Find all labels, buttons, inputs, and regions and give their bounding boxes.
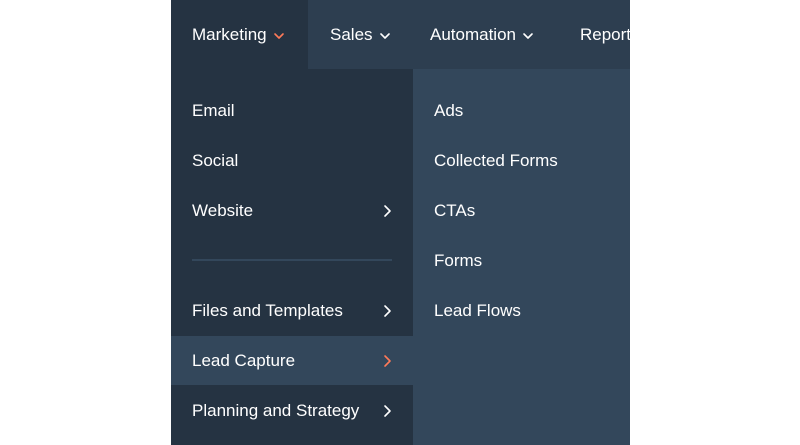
menu-divider <box>192 259 392 261</box>
nav-item-label: Automation <box>430 24 516 44</box>
nav-item-label: Sales <box>330 24 373 44</box>
marketing-dropdown-menu: Email Social Website Files and Templates… <box>171 69 413 445</box>
submenu-item-label: Ads <box>434 100 464 120</box>
submenu-item-lead-flows[interactable]: Lead Flows <box>434 286 521 335</box>
chevron-right-icon <box>381 204 393 218</box>
submenu-item-label: Collected Forms <box>434 150 558 170</box>
chevron-down-icon <box>379 30 391 42</box>
menu-item-label: Social <box>192 150 239 170</box>
chevron-right-icon <box>381 404 393 418</box>
submenu-item-label: Lead Flows <box>434 300 521 320</box>
chevron-down-icon <box>273 30 285 42</box>
menu-item-label: Website <box>192 200 254 220</box>
menu-item-planning-and-strategy[interactable]: Planning and Strategy <box>171 386 413 435</box>
top-navigation-bar: Marketing Sales Automation Report <box>171 0 630 69</box>
nav-item-sales[interactable]: Sales <box>330 0 391 69</box>
submenu-item-label: CTAs <box>434 200 476 220</box>
submenu-item-ads[interactable]: Ads <box>434 86 463 135</box>
menu-item-label: Planning and Strategy <box>192 400 360 420</box>
submenu-item-ctas[interactable]: CTAs <box>434 186 475 235</box>
submenu-item-collected-forms[interactable]: Collected Forms <box>434 136 558 185</box>
nav-item-label: Report <box>580 24 630 44</box>
menu-item-social[interactable]: Social <box>171 136 413 185</box>
menu-item-email[interactable]: Email <box>171 86 413 135</box>
menu-item-label: Email <box>192 100 235 120</box>
submenu-item-forms[interactable]: Forms <box>434 236 482 285</box>
chevron-down-icon <box>522 30 534 42</box>
nav-item-automation[interactable]: Automation <box>430 0 534 69</box>
menu-item-files-and-templates[interactable]: Files and Templates <box>171 286 413 335</box>
submenu-item-label: Forms <box>434 250 483 270</box>
navigation-frame: Marketing Sales Automation Report Email … <box>171 0 630 445</box>
chevron-right-icon <box>381 354 393 368</box>
nav-item-marketing[interactable]: Marketing <box>171 0 308 69</box>
menu-item-lead-capture[interactable]: Lead Capture <box>171 336 413 385</box>
lead-capture-submenu: Ads Collected Forms CTAs Forms Lead Flow… <box>413 69 630 445</box>
menu-item-label: Files and Templates <box>192 300 343 320</box>
menu-item-label: Lead Capture <box>192 350 296 370</box>
nav-item-reports[interactable]: Report <box>580 0 630 69</box>
menu-item-website[interactable]: Website <box>171 186 413 235</box>
chevron-right-icon <box>381 304 393 318</box>
nav-item-label: Marketing <box>192 24 267 44</box>
